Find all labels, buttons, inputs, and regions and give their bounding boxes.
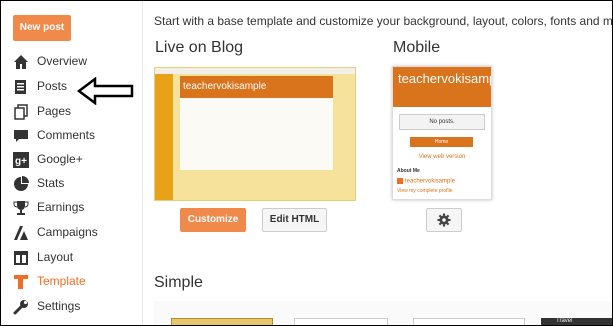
sidebar-item-label: Stats — [37, 176, 65, 190]
sidebar-item-label: Campaigns — [37, 225, 98, 239]
simple-thumb-label: Travel — [556, 318, 573, 324]
sidebar-item-label: Overview — [37, 54, 88, 68]
preview-header: teachervokisample — [180, 76, 333, 101]
sidebar: New post Overview Posts Pages Comments g… — [1, 1, 141, 325]
sidebar-item-stats[interactable]: Stats — [1, 173, 131, 195]
edit-html-button[interactable]: Edit HTML — [262, 208, 327, 232]
mobile-settings-button[interactable] — [426, 208, 462, 232]
posts-icon — [13, 79, 29, 95]
mobile-no-posts: No posts. — [399, 114, 485, 130]
home-icon — [13, 54, 29, 70]
simple-template-thumb[interactable] — [294, 318, 388, 325]
mobile-home-button: Home — [410, 137, 473, 147]
page-headline: Start with a base template and customize… — [154, 14, 613, 28]
template-icon — [13, 274, 29, 290]
sidebar-divider — [142, 1, 143, 325]
stats-icon — [13, 176, 29, 192]
simple-template-thumb[interactable] — [413, 318, 525, 325]
live-on-blog-title: Live on Blog — [155, 39, 244, 56]
simple-section-title: Simple — [154, 274, 203, 291]
sidebar-item-label: Google+ — [37, 152, 83, 166]
sidebar-item-label: Posts — [37, 79, 68, 93]
new-post-button[interactable]: New post — [13, 15, 71, 41]
sidebar-item-label: Comments — [37, 128, 96, 142]
svg-text:g+: g+ — [15, 156, 27, 167]
sidebar-item-label: Settings — [37, 299, 81, 313]
sidebar-item-settings[interactable]: Settings — [1, 296, 131, 318]
pages-icon — [13, 104, 29, 120]
preview-body — [180, 98, 333, 170]
sidebar-item-layout[interactable]: Layout — [1, 247, 131, 269]
mobile-title: Mobile — [393, 39, 441, 56]
sidebar-item-label: Layout — [37, 250, 74, 264]
mobile-blog-preview[interactable]: teachervokisample No posts. Home View we… — [392, 66, 492, 200]
sidebar-item-overview[interactable]: Overview — [1, 51, 131, 73]
preview-blog-title: teachervokisample — [183, 81, 267, 92]
wrench-icon — [13, 299, 29, 315]
preview-left-border — [155, 74, 173, 200]
mobile-blog-title: teachervokisample — [398, 71, 491, 86]
sidebar-item-comments[interactable]: Comments — [1, 125, 131, 147]
preview-navbar — [155, 68, 355, 74]
sidebar-item-template[interactable]: Template — [1, 271, 131, 293]
sidebar-item-label: Pages — [37, 104, 72, 118]
mobile-header: teachervokisample — [393, 67, 491, 107]
layout-icon — [13, 250, 29, 266]
mobile-blogger-name: teachervokisample — [397, 178, 455, 185]
simple-template-thumb[interactable] — [171, 318, 273, 325]
sidebar-item-campaigns[interactable]: Campaigns — [1, 222, 131, 244]
arrow-left-icon — [76, 76, 135, 110]
mobile-web-version-link: View web version — [418, 154, 466, 160]
blogger-icon — [397, 178, 403, 184]
mobile-blogger-name-text: teachervokisample — [405, 178, 456, 185]
customize-button[interactable]: Customize — [180, 208, 246, 232]
sidebar-item-label: Earnings — [37, 200, 85, 214]
sidebar-item-earnings[interactable]: Earnings — [1, 197, 131, 219]
blogger-template-page: New post Overview Posts Pages Comments g… — [0, 0, 613, 326]
gear-icon — [437, 213, 451, 237]
mobile-profile-link: View my complete profile — [397, 188, 453, 194]
simple-template-thumb[interactable]: Travel — [541, 318, 612, 325]
campaigns-icon — [13, 225, 29, 241]
sidebar-item-label: Template — [37, 274, 86, 288]
sidebar-item-google-plus[interactable]: g+ Google+ — [1, 149, 131, 171]
live-blog-preview[interactable]: teachervokisample — [154, 67, 356, 201]
mobile-about-heading: About Me — [397, 168, 420, 174]
comments-icon — [13, 128, 29, 144]
trophy-icon — [13, 200, 29, 216]
google-plus-icon: g+ — [13, 152, 29, 168]
